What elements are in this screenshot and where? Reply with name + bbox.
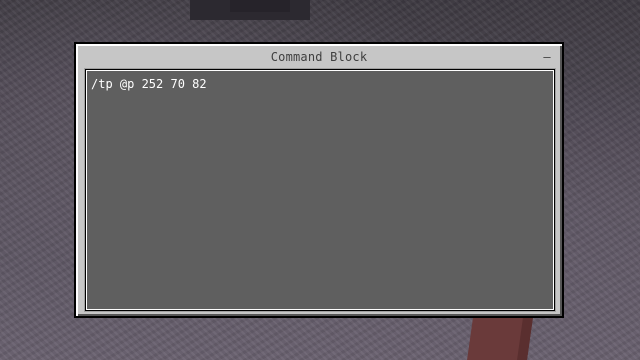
command-input-border: /tp @p 252 70 82 <box>86 70 554 310</box>
player-hand <box>467 318 533 360</box>
command-input-field[interactable]: /tp @p 252 70 82 <box>87 71 553 309</box>
dark-stone-block-top <box>230 0 290 12</box>
title-bar: Command Block – <box>78 46 560 68</box>
minimize-button[interactable]: – <box>540 50 554 64</box>
game-world-background: Command Block – /tp @p 252 70 82 <box>0 0 640 360</box>
command-block-dialog: Command Block – /tp @p 252 70 82 <box>74 42 564 318</box>
dialog-title: Command Block <box>270 50 368 64</box>
command-text: /tp @p 252 70 82 <box>91 77 207 91</box>
command-input[interactable]: /tp @p 252 70 82 <box>84 68 556 312</box>
